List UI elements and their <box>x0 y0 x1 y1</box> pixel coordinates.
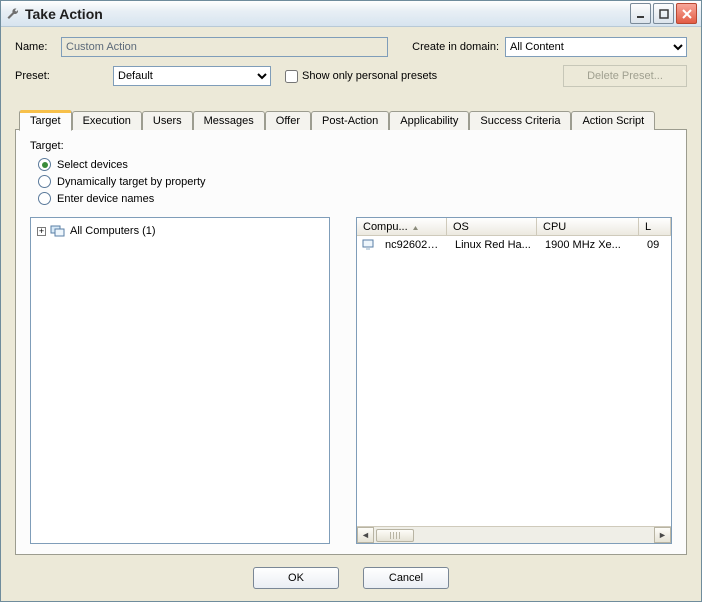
radio-dynamic-target[interactable]: Dynamically target by property <box>38 175 672 188</box>
tab-post-action[interactable]: Post-Action <box>311 111 389 130</box>
device-list-header: Compu... OS CPU L <box>357 218 671 236</box>
device-list-row[interactable]: nc926028.r... Linux Red Ha... 1900 MHz X… <box>357 236 671 254</box>
radio-label: Dynamically target by property <box>57 176 206 188</box>
target-tab-page: Target: Select devices Dynamically targe… <box>15 129 687 555</box>
cell-os: Linux Red Ha... <box>449 239 539 251</box>
tab-target[interactable]: Target <box>19 110 72 131</box>
col-last[interactable]: L <box>639 218 671 235</box>
tab-success-criteria[interactable]: Success Criteria <box>469 111 571 130</box>
computers-icon <box>50 224 66 238</box>
radio-label: Enter device names <box>57 193 154 205</box>
tab-applicability[interactable]: Applicability <box>389 111 469 130</box>
preset-label: Preset: <box>15 70 61 82</box>
tree-root[interactable]: + All Computers (1) <box>37 224 323 238</box>
titlebar[interactable]: Take Action <box>1 1 701 27</box>
minimize-button[interactable] <box>630 3 651 24</box>
target-heading: Target: <box>30 140 672 152</box>
tree-root-label: All Computers (1) <box>70 225 156 237</box>
maximize-button[interactable] <box>653 3 674 24</box>
tab-execution[interactable]: Execution <box>72 111 142 130</box>
scroll-track[interactable] <box>374 527 654 543</box>
domain-label: Create in domain: <box>412 41 499 53</box>
radio-icon <box>38 175 51 188</box>
name-label: Name: <box>15 41 61 53</box>
tab-strip: Target Execution Users Messages Offer Po… <box>15 107 687 130</box>
close-button[interactable] <box>676 3 697 24</box>
action-name-input[interactable] <box>61 37 388 57</box>
tab-users[interactable]: Users <box>142 111 193 130</box>
horizontal-scrollbar[interactable]: ◄ ► <box>357 526 671 543</box>
scroll-thumb[interactable] <box>376 529 414 542</box>
radio-enter-device-names[interactable]: Enter device names <box>38 192 672 205</box>
cell-cpu: 1900 MHz Xe... <box>539 239 641 251</box>
col-os[interactable]: OS <box>447 218 537 235</box>
cell-computer: nc926028.r... <box>379 239 449 251</box>
wrench-icon <box>5 6 21 22</box>
tab-action-script[interactable]: Action Script <box>571 111 655 130</box>
radio-icon <box>38 192 51 205</box>
delete-preset-button: Delete Preset... <box>563 65 687 87</box>
take-action-window: Take Action Name: Create in domain: All … <box>0 0 702 602</box>
computer-icon <box>361 238 377 252</box>
col-computer[interactable]: Compu... <box>357 218 447 235</box>
show-personal-presets-input[interactable] <box>285 70 298 83</box>
ok-button[interactable]: OK <box>253 567 339 589</box>
col-cpu[interactable]: CPU <box>537 218 639 235</box>
sort-asc-icon <box>412 223 419 230</box>
expand-icon[interactable]: + <box>37 227 46 236</box>
domain-select[interactable]: All Content <box>505 37 687 57</box>
device-list: Compu... OS CPU L <box>356 217 672 544</box>
tab-offer[interactable]: Offer <box>265 111 311 130</box>
radio-label: Select devices <box>57 159 128 171</box>
scroll-right-button[interactable]: ► <box>654 527 671 543</box>
radio-select-devices[interactable]: Select devices <box>38 158 672 171</box>
tab-messages[interactable]: Messages <box>193 111 265 130</box>
scroll-left-button[interactable]: ◄ <box>357 527 374 543</box>
device-tree[interactable]: + All Computers (1) <box>30 217 330 544</box>
show-personal-presets-label: Show only personal presets <box>302 70 437 82</box>
preset-select[interactable]: Default <box>113 66 271 86</box>
cell-last: 09 <box>641 239 671 251</box>
dialog-footer: OK Cancel <box>1 555 701 601</box>
show-personal-presets-checkbox[interactable]: Show only personal presets <box>285 70 437 83</box>
radio-icon <box>38 158 51 171</box>
window-title: Take Action <box>25 6 630 22</box>
cancel-button[interactable]: Cancel <box>363 567 449 589</box>
